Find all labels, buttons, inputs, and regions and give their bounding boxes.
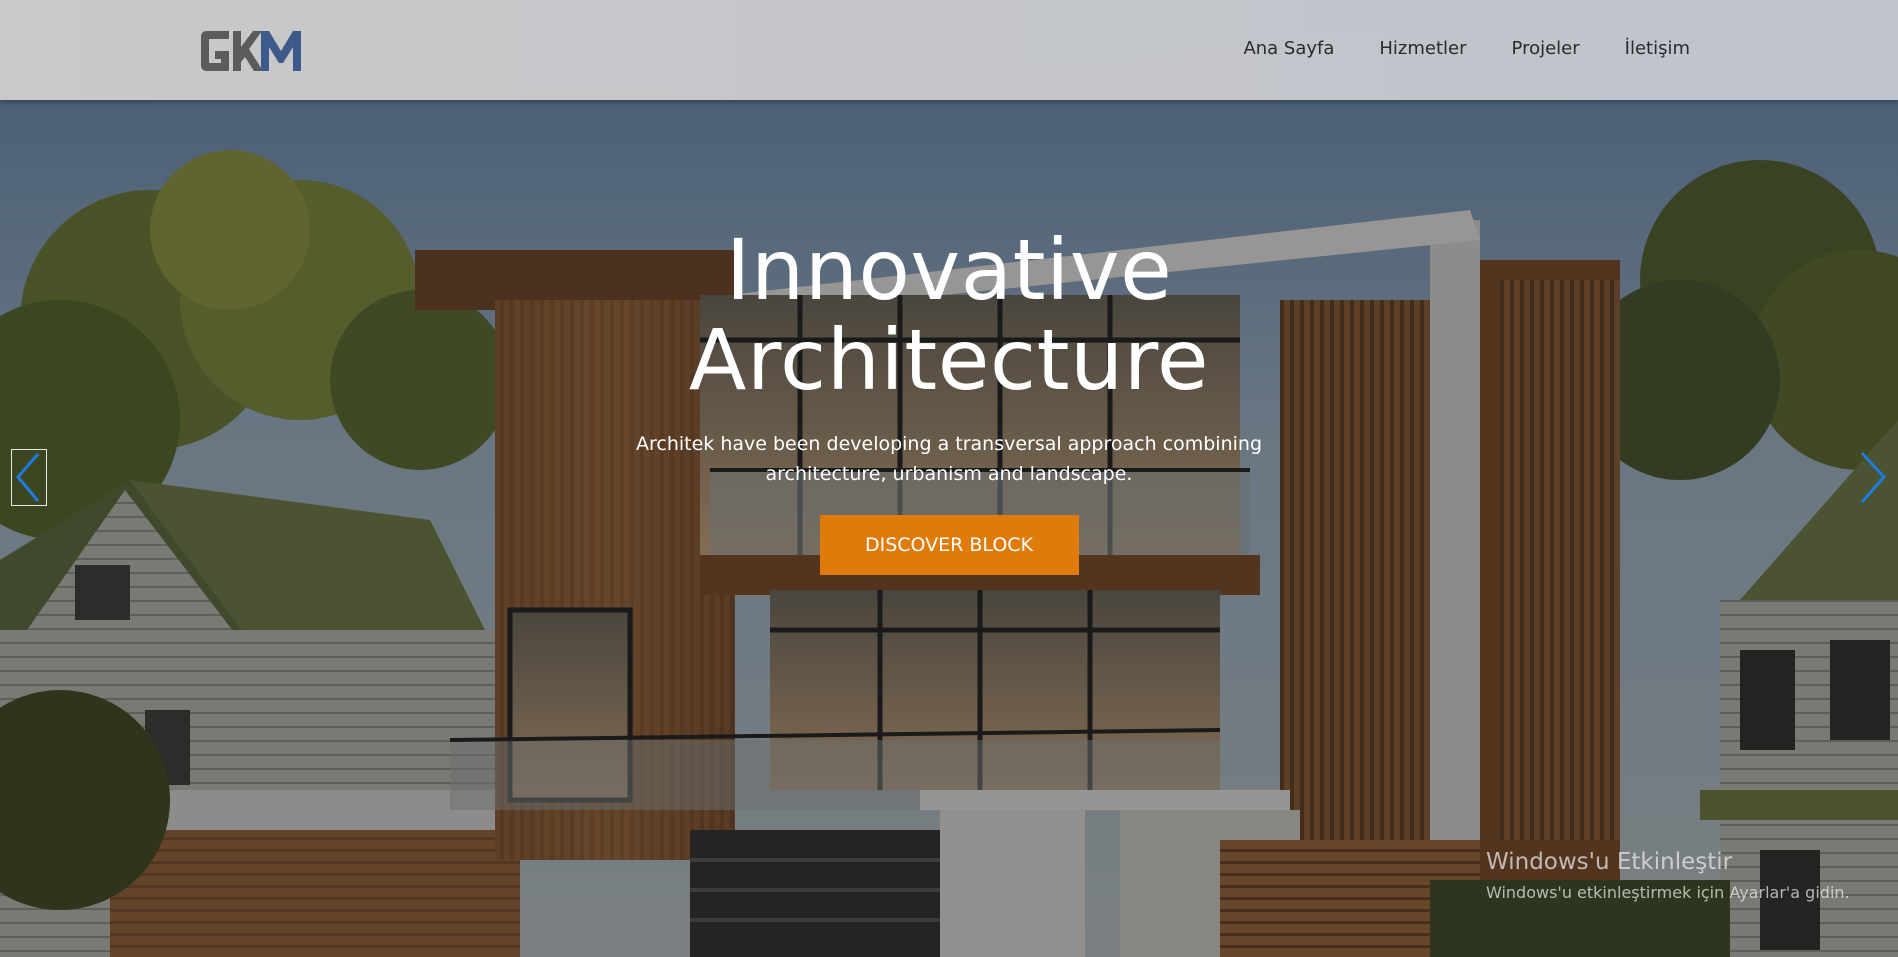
chevron-right-icon — [1860, 451, 1887, 503]
hero-title-line1: Innovative — [725, 221, 1173, 319]
nav-item-iletisim[interactable]: İletişim — [1625, 38, 1690, 59]
nav-item-ana-sayfa[interactable]: Ana Sayfa — [1243, 38, 1334, 59]
hero-subtitle: Architek have been developing a transver… — [635, 433, 1263, 485]
slider-prev-button[interactable] — [11, 449, 47, 506]
slider-next-button[interactable] — [1852, 449, 1892, 506]
watermark-title: Windows'u Etkinleştir — [1486, 849, 1733, 875]
gkm-logo[interactable] — [199, 29, 303, 73]
hero-content: Innovative Architecture Architek have be… — [0, 225, 1898, 575]
hero-title: Innovative Architecture — [0, 225, 1898, 405]
hero-title-line2: Architecture — [688, 311, 1210, 409]
site-header: Ana Sayfa Hizmetler Projeler İletişim — [0, 0, 1898, 100]
main-nav: Ana Sayfa Hizmetler Projeler İletişim — [1243, 38, 1690, 59]
watermark-subtitle: Windows'u etkinleştirmek için Ayarlar'a … — [1486, 883, 1850, 902]
nav-item-projeler[interactable]: Projeler — [1512, 38, 1580, 59]
chevron-left-icon — [16, 453, 40, 502]
nav-item-hizmetler[interactable]: Hizmetler — [1379, 38, 1466, 59]
windows-activation-watermark: Windows'u Etkinleştir Windows'u etkinleş… — [1486, 849, 1850, 902]
discover-block-button[interactable]: DISCOVER BLOCK — [819, 515, 1079, 575]
